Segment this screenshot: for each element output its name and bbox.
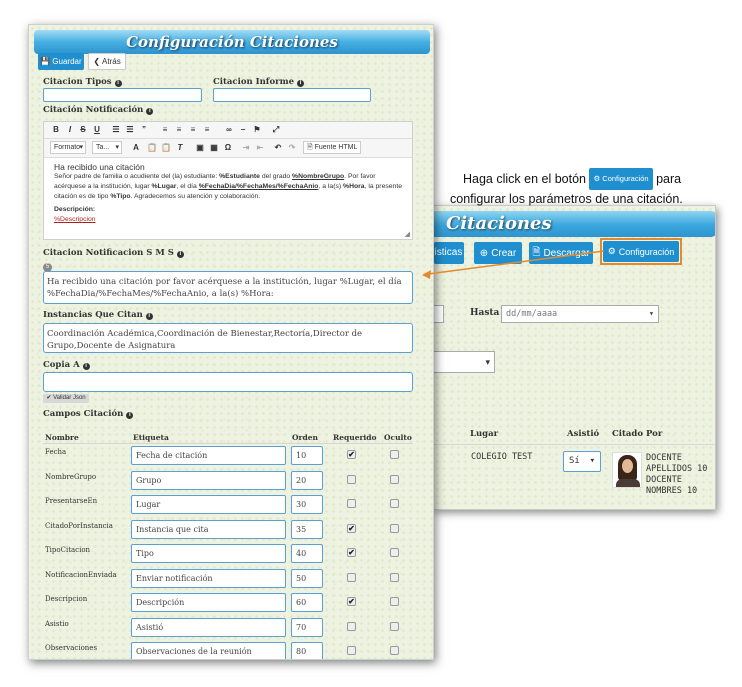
screenshot-stage: Citaciones ísticas ⊕ Crear 🗎 Descargar ⚙ Co… (0, 0, 742, 687)
arrow-line (427, 250, 605, 275)
annotation-arrow (422, 250, 605, 279)
arrow-head (422, 270, 431, 279)
